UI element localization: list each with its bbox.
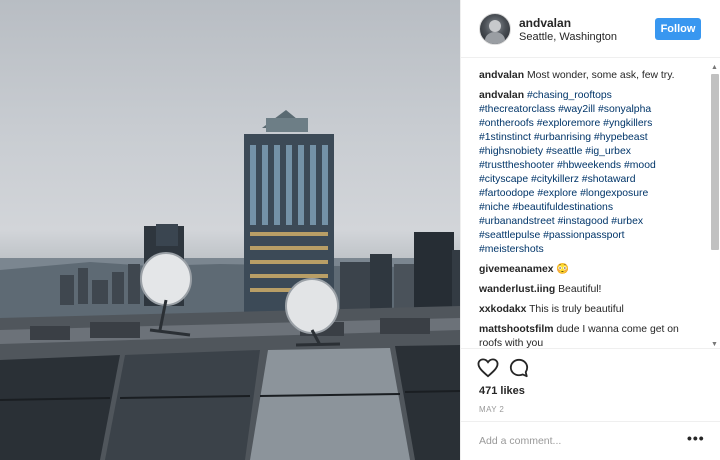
- comment: mattshootsfilm dude I wanna come get on …: [479, 323, 704, 348]
- hashtag-comment: andvalan #chasing_rooftops #thecreatorcl…: [479, 89, 704, 257]
- avatar-head: [489, 20, 501, 32]
- hashtag-line[interactable]: #highsnobiety #seattle #ig_urbex: [479, 146, 631, 157]
- likes-count[interactable]: 471 likes: [479, 385, 525, 397]
- hashtag-line[interactable]: #chasing_rooftops: [527, 90, 612, 101]
- comment-text: 😳: [556, 264, 570, 275]
- post-actions: 471 likes MAY 2 •••: [461, 348, 720, 458]
- post-date: MAY 2: [479, 405, 505, 414]
- hashtag-line[interactable]: #urbanandstreet #instagood #urbex: [479, 216, 643, 227]
- scroll-up-arrow-icon[interactable]: ▲: [711, 64, 718, 71]
- caption-text: Most wonder, some ask, few try.: [526, 70, 675, 81]
- comments-list[interactable]: andvalan Most wonder, some ask, few try.…: [461, 58, 720, 348]
- post-side-panel: andvalan Seattle, Washington Follow andv…: [460, 0, 720, 460]
- scrollbar-thumb[interactable]: [711, 74, 719, 250]
- comment: wanderlust.iing Beautiful!: [479, 283, 704, 297]
- caption: andvalan Most wonder, some ask, few try.: [479, 69, 704, 83]
- comment: xxkodakx This is truly beautiful: [479, 303, 704, 317]
- scroll-down-arrow-icon[interactable]: ▼: [711, 341, 718, 348]
- rooftop-cityscape-image: [0, 110, 460, 460]
- comment-username[interactable]: xxkodakx: [479, 304, 526, 315]
- hashtag-line[interactable]: #ontheroofs #exploremore #yngkillers: [479, 118, 652, 129]
- post-header: andvalan Seattle, Washington Follow: [461, 0, 720, 58]
- comment: givemeanamex 😳: [479, 263, 704, 277]
- comments-body: andvalan Most wonder, some ask, few try.…: [479, 69, 704, 348]
- hashtag-line[interactable]: #cityscape #citykillerz #shotaward: [479, 174, 636, 185]
- comment-username[interactable]: andvalan: [479, 90, 524, 101]
- hashtag-line[interactable]: #meistershots: [479, 244, 544, 255]
- more-options-icon[interactable]: •••: [687, 430, 705, 446]
- hashtag-line[interactable]: #trusttheshooter #hbweekends #mood: [479, 160, 656, 171]
- hashtag-line[interactable]: #niche #beautifuldestinations: [479, 202, 613, 213]
- hashtag-line[interactable]: #1stinstinct #urbanrising #hypebeast: [479, 132, 648, 143]
- avatar-shoulders: [485, 32, 505, 44]
- comments-scrollbar[interactable]: ▲ ▼: [709, 64, 719, 348]
- heart-icon[interactable]: [477, 358, 499, 383]
- comment-username[interactable]: mattshootsfilm: [479, 324, 553, 335]
- comment-text: This is truly beautiful: [529, 304, 624, 315]
- post-photo[interactable]: [0, 0, 460, 460]
- comment-username[interactable]: wanderlust.iing: [479, 284, 555, 295]
- comment-username[interactable]: givemeanamex: [479, 264, 554, 275]
- post-location[interactable]: Seattle, Washington: [519, 31, 617, 43]
- caption-username[interactable]: andvalan: [479, 70, 524, 81]
- follow-button[interactable]: Follow: [655, 18, 701, 40]
- add-comment-input[interactable]: [479, 433, 669, 449]
- add-comment-bar: •••: [461, 421, 720, 459]
- comment-text: Beautiful!: [558, 284, 602, 295]
- hashtag-line[interactable]: #fartoodope #explore #longexposure: [479, 188, 648, 199]
- hashtag-line[interactable]: #thecreatorclass #way2ill #sonyalpha: [479, 104, 651, 115]
- comment-icon[interactable]: [509, 358, 529, 383]
- hashtag-line[interactable]: #seattlepulse #passionpassport: [479, 230, 625, 241]
- author-username[interactable]: andvalan: [519, 16, 571, 30]
- avatar[interactable]: [479, 13, 511, 45]
